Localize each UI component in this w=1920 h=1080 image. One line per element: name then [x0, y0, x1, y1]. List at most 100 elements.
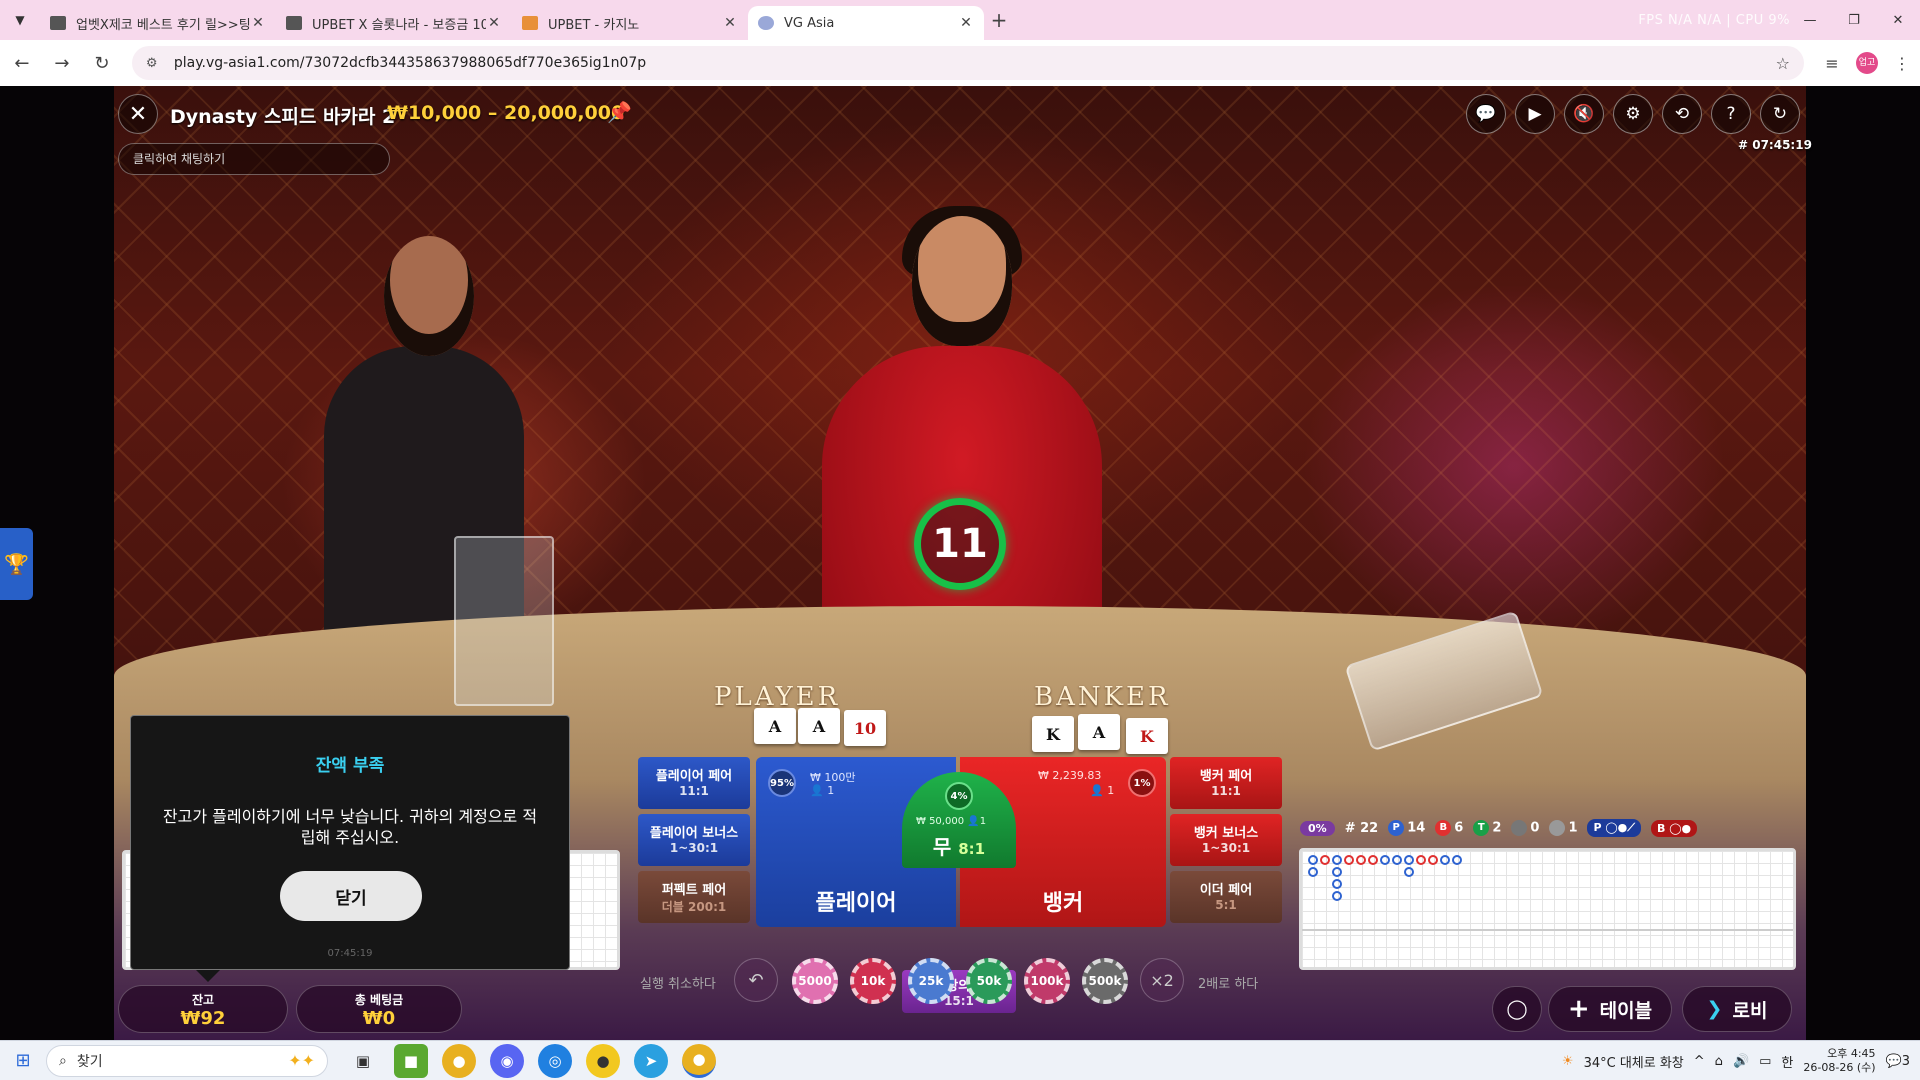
- player-percent: 95%: [768, 769, 796, 797]
- bet-perfect-pair[interactable]: 퍼펙트 페어 더블 200:1: [638, 871, 750, 923]
- mute-speaker-icon[interactable]: 🔇: [1564, 94, 1604, 134]
- chat-icon[interactable]: 💬: [1466, 94, 1506, 134]
- banker-percent: 1%: [1128, 769, 1156, 797]
- chip-10k[interactable]: 10k: [850, 958, 896, 1004]
- bet-player-bonus[interactable]: 플레이어 보너스 1~30:1: [638, 814, 750, 866]
- stats-player: P 14: [1388, 820, 1425, 836]
- weather-text[interactable]: 34°C 대체로 화창: [1584, 1052, 1684, 1071]
- address-bar[interactable]: ⚙ play.vg-asia1.com/73072dcfb34435863798…: [131, 46, 1804, 80]
- banker-card: K: [1032, 716, 1074, 752]
- chip-500k[interactable]: 500k: [1082, 958, 1128, 1004]
- help-question-icon[interactable]: ?: [1711, 94, 1751, 134]
- new-tab-button[interactable]: +: [984, 8, 1014, 32]
- dialog-close-button[interactable]: 닫기: [280, 871, 422, 921]
- chip-100k[interactable]: 100k: [1024, 958, 1070, 1004]
- chat-bubble-button[interactable]: ◯: [1492, 986, 1542, 1032]
- settings-gear-icon[interactable]: ⚙: [1613, 94, 1653, 134]
- notification-icon[interactable]: 💬3: [1886, 1054, 1910, 1069]
- browser-tab-2[interactable]: UPBET X 슬롯나라 - 보증금 10 ✕: [276, 6, 512, 40]
- taskbar-search[interactable]: ⌕ 찾기 ✦✦: [46, 1044, 328, 1077]
- tray-chevron-icon[interactable]: ^: [1694, 1054, 1705, 1069]
- double-button[interactable]: ×2: [1140, 958, 1184, 1002]
- video-camera-icon[interactable]: ▶: [1515, 94, 1555, 134]
- bookmark-star-icon[interactable]: ☆: [1776, 54, 1790, 73]
- app-icon[interactable]: ◎: [538, 1043, 572, 1078]
- countdown-timer: 11: [914, 498, 1006, 590]
- forward-arrow-icon[interactable]: →: [44, 45, 80, 81]
- undo-icon[interactable]: ↶: [734, 958, 778, 1002]
- profile-avatar[interactable]: 업고: [1855, 52, 1878, 74]
- close-icon[interactable]: ✕: [958, 15, 974, 31]
- bet-either-pair[interactable]: 이더 페어 5:1: [1170, 871, 1282, 923]
- refresh-icon[interactable]: ↻: [1760, 94, 1800, 134]
- trophy-side-tab[interactable]: 🏆: [0, 528, 33, 600]
- back-arrow-icon[interactable]: ←: [4, 45, 40, 81]
- player-predict-button[interactable]: P ◯●⟋: [1587, 819, 1641, 837]
- lobby-button-label: 로비: [1732, 999, 1768, 1022]
- close-icon[interactable]: ✕: [486, 15, 502, 31]
- media-control-icon[interactable]: ≡: [1814, 54, 1850, 73]
- volume-icon[interactable]: 🔊: [1733, 1054, 1749, 1069]
- tie-amount: ₩ 50,000 👤1: [916, 816, 987, 827]
- road-player-marker: [1332, 891, 1342, 901]
- site-info-icon[interactable]: ⚙: [146, 56, 168, 71]
- bet-banker-bonus[interactable]: 뱅커 보너스 1~30:1: [1170, 814, 1282, 866]
- big-road-map: [1299, 848, 1796, 970]
- road-player-marker: [1440, 855, 1450, 865]
- chat-input[interactable]: 클릭하여 채팅하기: [118, 143, 390, 175]
- app-icon[interactable]: ■: [394, 1043, 428, 1078]
- chip-5000[interactable]: 5000: [792, 958, 838, 1004]
- ime-indicator[interactable]: 한: [1781, 1052, 1793, 1071]
- reload-icon[interactable]: ↻: [84, 45, 120, 81]
- browser-tab-1[interactable]: 업벳X제코 베스트 후기 릴>>팅 ✕: [40, 6, 276, 40]
- chrome-active-icon[interactable]: ●: [682, 1043, 716, 1078]
- table-button[interactable]: + 테이블: [1548, 986, 1672, 1032]
- clock[interactable]: 오후 4:45 26-08-26 (수): [1803, 1047, 1875, 1075]
- menu-dots-icon[interactable]: ⋮: [1884, 54, 1920, 73]
- discord-icon[interactable]: ◉: [490, 1043, 524, 1078]
- bet-player-pair[interactable]: 플레이어 페어 11:1: [638, 757, 750, 809]
- lobby-button[interactable]: ❯ 로비: [1682, 986, 1792, 1032]
- bet-banker-pair[interactable]: 뱅커 페어 11:1: [1170, 757, 1282, 809]
- chip-50k[interactable]: 50k: [966, 958, 1012, 1004]
- display-icon[interactable]: ▭: [1759, 1054, 1771, 1069]
- pin-icon[interactable]: 📌: [607, 100, 632, 124]
- close-icon[interactable]: ✕: [250, 15, 266, 31]
- task-view-icon[interactable]: ▣: [346, 1044, 380, 1078]
- close-game-button[interactable]: ✕: [118, 94, 158, 134]
- system-overlay-text: FPS N/A N/A | CPU 9%: [1638, 13, 1790, 28]
- chrome-icon[interactable]: ●: [442, 1043, 476, 1078]
- minimize-icon[interactable]: —: [1788, 0, 1832, 40]
- road-banker-marker: [1368, 855, 1378, 865]
- felt-banker-label: BANKER: [1034, 682, 1171, 712]
- bet-label: 플레이어 페어: [655, 769, 733, 784]
- telegram-icon[interactable]: ➤: [634, 1043, 668, 1078]
- discard-box: [454, 536, 554, 706]
- taskbar-apps: ▣ ■ ● ◉ ◎ ● ➤ ●: [346, 1043, 716, 1078]
- banker-predict-button[interactable]: B ◯●: [1651, 819, 1698, 837]
- windows-start-icon[interactable]: ⊞: [0, 1050, 46, 1071]
- bet-label: 퍼펙트 페어: [661, 883, 727, 898]
- browser-tab-3[interactable]: UPBET - 카지노 ✕: [512, 6, 748, 40]
- player-amount: ₩ 100만: [810, 771, 856, 784]
- bet-odds: 1~30:1: [669, 841, 719, 855]
- stats-banker-pair: 1: [1549, 820, 1577, 836]
- url-text[interactable]: play.vg-asia1.com/73072dcfb3443586379880…: [174, 55, 1776, 71]
- road-player-marker: [1452, 855, 1462, 865]
- close-icon[interactable]: ✕: [722, 15, 738, 31]
- stats-round: # 22: [1344, 820, 1379, 836]
- close-window-icon[interactable]: ✕: [1876, 0, 1920, 40]
- search-label: 찾기: [76, 1053, 103, 1070]
- restore-icon[interactable]: ❐: [1832, 0, 1876, 40]
- chip-25k[interactable]: 25k: [908, 958, 954, 1004]
- tie-label: 무 8:1: [932, 835, 986, 859]
- tab-search-button[interactable]: ▼: [0, 0, 40, 40]
- browser-tab-4[interactable]: VG Asia ✕: [748, 6, 984, 40]
- history-clock-icon[interactable]: ⟲: [1662, 94, 1702, 134]
- round-id: # 07:45:19: [1738, 138, 1812, 152]
- balance-value: ₩92: [180, 1008, 226, 1029]
- network-icon[interactable]: ⌂: [1715, 1054, 1723, 1069]
- kakaotalk-icon[interactable]: ●: [586, 1043, 620, 1078]
- road-player-marker: [1308, 867, 1318, 877]
- clock-time: 오후 4:45: [1827, 1047, 1876, 1060]
